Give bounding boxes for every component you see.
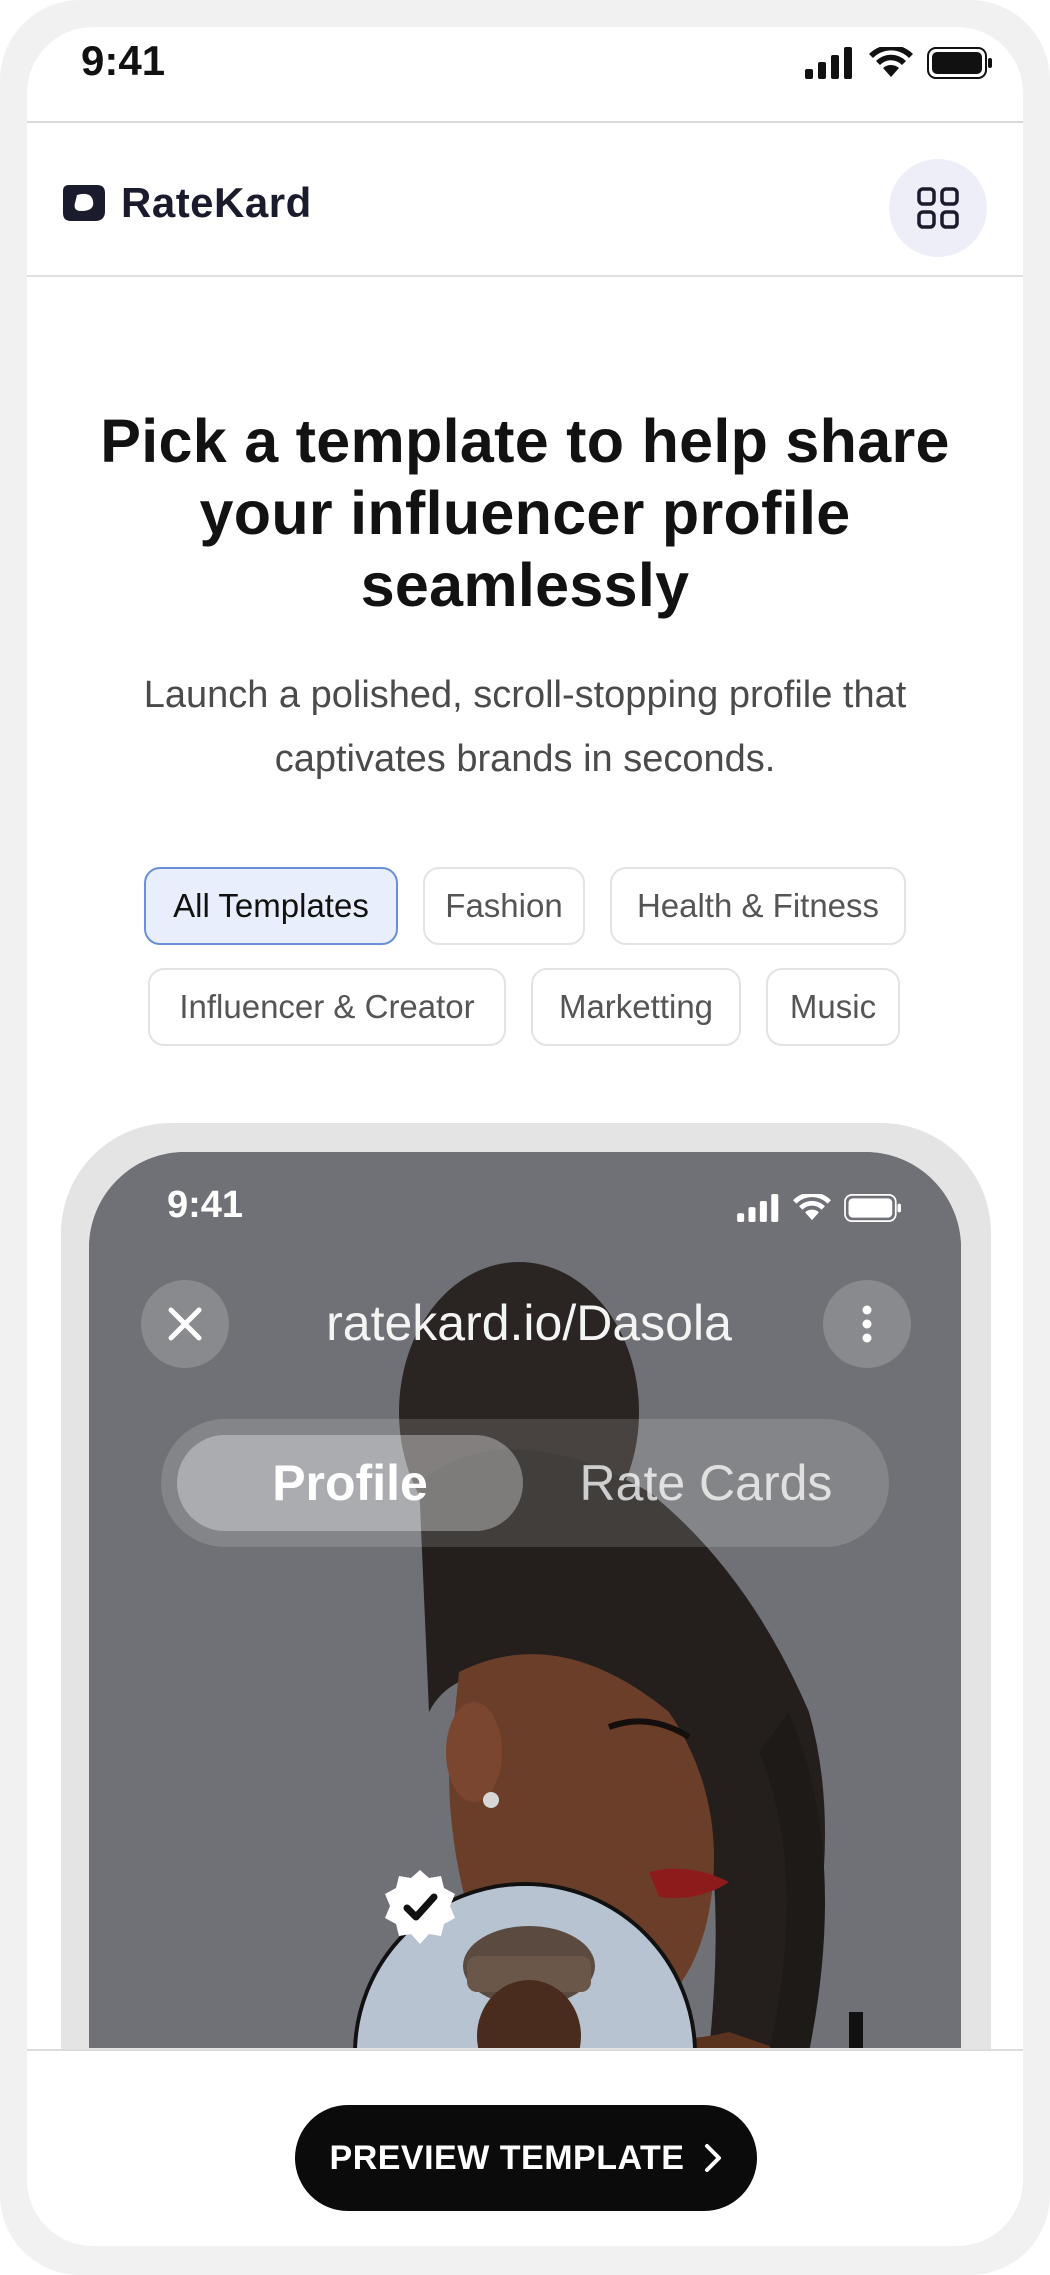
profile-url: ratekard.io/Dasola	[326, 1295, 732, 1351]
profile-tabs: Profile Rate Cards	[161, 1419, 889, 1547]
battery-icon	[844, 1194, 901, 1222]
status-bar: 9:41	[27, 27, 1023, 123]
chip-all-templates[interactable]: All Templates	[144, 867, 398, 945]
template-preview-screen[interactable]: 9:41 ratekard.io/Dasola Profile Rate Car…	[89, 1152, 961, 2048]
chip-marketting[interactable]: Marketting	[531, 968, 741, 1046]
signal-icon	[737, 1194, 779, 1222]
wifi-icon	[793, 1194, 831, 1221]
page-subtitle: Launch a polished, scroll-stopping profi…	[143, 674, 907, 780]
bottom-action-bar: PREVIEW TEMPLATE	[27, 2049, 1023, 2245]
chip-fashion[interactable]: Fashion	[423, 867, 585, 945]
grid-icon	[917, 187, 959, 229]
chip-music[interactable]: Music	[766, 968, 900, 1046]
tab-profile[interactable]: Profile	[177, 1435, 523, 1531]
chip-health-fitness[interactable]: Health & Fitness	[610, 867, 906, 945]
verified-check-icon	[385, 1870, 455, 1944]
wifi-icon	[869, 47, 913, 77]
preview-template-label: PREVIEW TEMPLATE	[329, 2138, 685, 2177]
page-title: Pick a template to help share your influ…	[100, 407, 950, 619]
brand-logo[interactable]: RateKard	[61, 179, 312, 227]
status-icons	[805, 47, 993, 79]
status-time: 9:41	[81, 37, 166, 84]
chevron-right-icon	[705, 2144, 722, 2172]
preview-template-button[interactable]: PREVIEW TEMPLATE	[295, 2105, 757, 2211]
battery-icon	[927, 47, 992, 79]
chip-influencer-creator[interactable]: Influencer & Creator	[148, 968, 506, 1046]
ratekard-logo-icon	[63, 185, 105, 221]
menu-button[interactable]	[889, 159, 987, 257]
close-icon	[168, 1307, 202, 1341]
app-header: RateKard	[27, 125, 1023, 277]
preview-status-time: 9:41	[167, 1184, 244, 1226]
more-options-button[interactable]	[823, 1280, 911, 1368]
tab-rate-cards[interactable]: Rate Cards	[541, 1435, 871, 1531]
brand-name: RateKard	[121, 179, 312, 226]
more-vertical-icon	[862, 1305, 872, 1343]
signal-icon	[805, 47, 852, 79]
close-button[interactable]	[141, 1280, 229, 1368]
preview-status-icons	[737, 1194, 903, 1222]
